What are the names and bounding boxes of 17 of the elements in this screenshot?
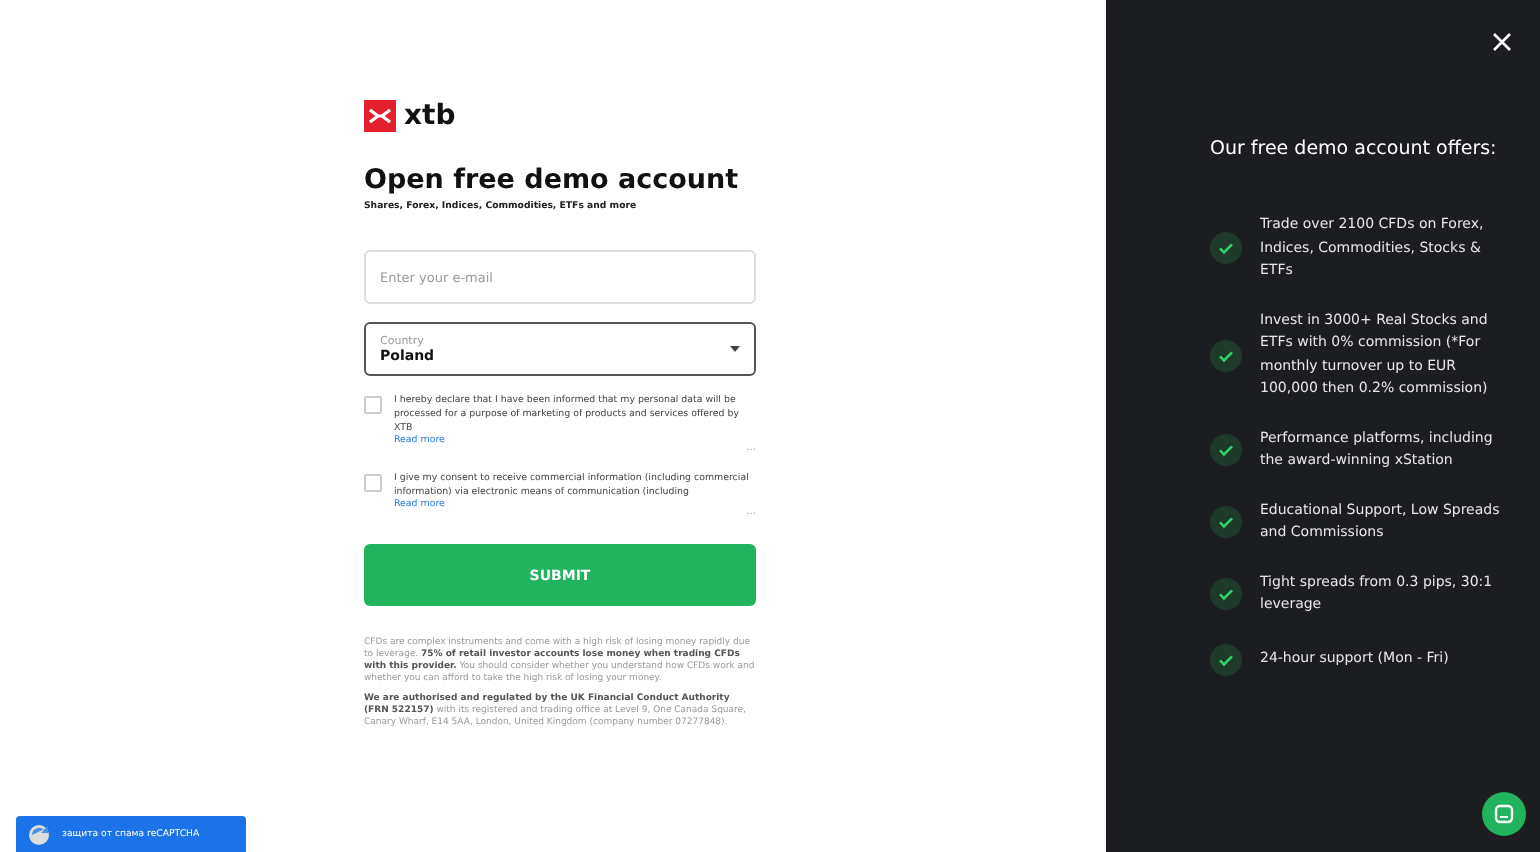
check-icon [1210, 506, 1242, 538]
check-icon [1210, 434, 1242, 466]
close-icon[interactable] [1492, 32, 1512, 52]
form-title: Open free demo account [364, 164, 741, 196]
check-icon [1210, 578, 1242, 610]
check-icon [1210, 339, 1242, 371]
caret-icon [730, 346, 740, 352]
check-icon [1210, 643, 1242, 675]
logo-icon [364, 100, 396, 132]
checkbox[interactable] [364, 474, 382, 492]
check-icon [1210, 232, 1242, 265]
chat-icon [1494, 804, 1514, 824]
recaptcha-icon [28, 823, 50, 845]
checkbox[interactable] [364, 396, 382, 414]
chat-button[interactable] [1482, 792, 1526, 836]
offers-title: Our free demo account offers: [1210, 136, 1499, 162]
logo-text: xtb [404, 100, 456, 132]
